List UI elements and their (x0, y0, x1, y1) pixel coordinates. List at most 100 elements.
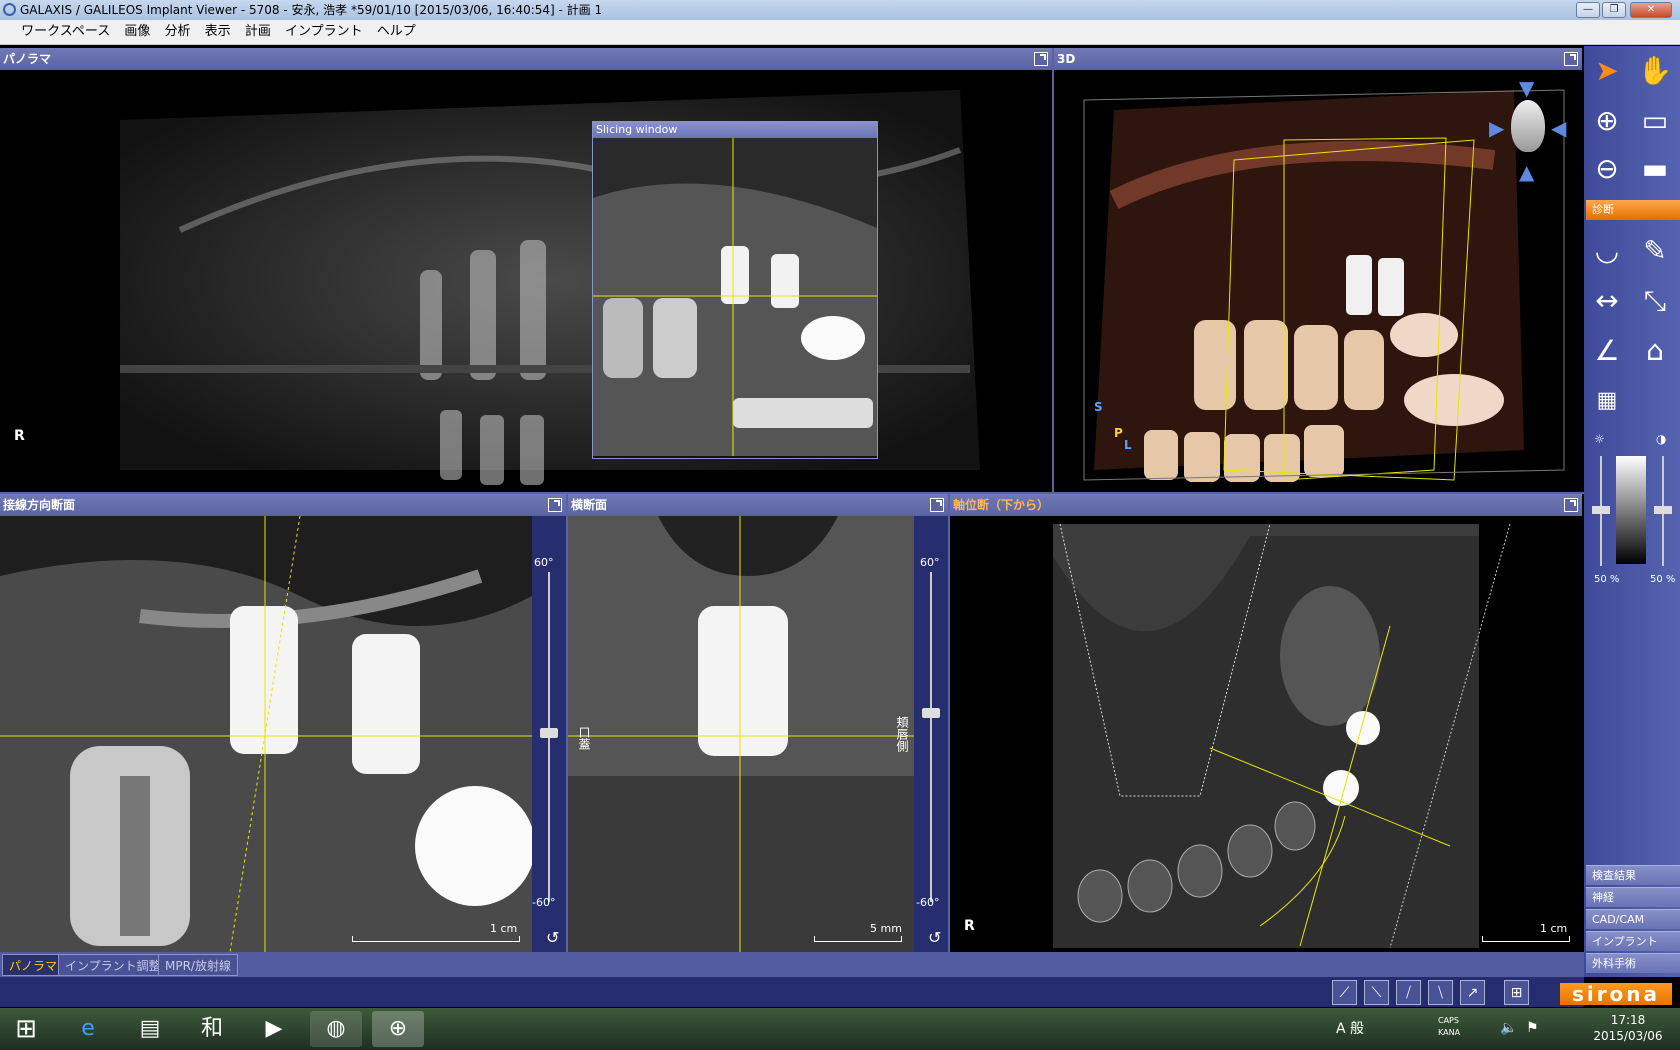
diagnosis-section-label: 診断 (1586, 200, 1680, 220)
axial-view[interactable]: R 1 cm (950, 516, 1582, 952)
axis-p-label: P (1114, 426, 1123, 440)
view3d-view[interactable]: S P L ▼ ▲ ▶ ◀ (1054, 70, 1582, 492)
axis-l-label: L (1124, 438, 1132, 452)
ime-indicator[interactable]: A 般 (1336, 1018, 1364, 1038)
system-clock[interactable]: 17:18 2015/03/06 (1580, 1012, 1676, 1044)
view-layout-4-icon[interactable]: ⧹ (1428, 980, 1453, 1005)
view3d-title: 3D (1057, 52, 1076, 66)
internet-explorer-icon[interactable]: e (62, 1011, 114, 1047)
scale-label: 1 cm (490, 922, 518, 935)
rotation-slider-thumb[interactable] (922, 708, 940, 718)
view-layout-2-icon[interactable]: ⟍ (1364, 980, 1389, 1005)
zoom-in-icon[interactable]: ⊕ (1586, 100, 1628, 142)
tab-implant-adjust[interactable]: インプラント調整 (58, 954, 168, 976)
view3d-panel-header: 3D (1054, 48, 1582, 70)
tangential-title: 接線方向断面 (3, 498, 76, 512)
arrow-up-icon[interactable]: ▲ (1519, 160, 1534, 184)
tangential-image (0, 516, 535, 952)
minimize-button[interactable]: — (1576, 2, 1600, 18)
arch-curve-icon[interactable]: ◡ (1586, 230, 1628, 272)
caps-indicator: CAPS (1438, 1016, 1459, 1025)
brightness-slider-thumb[interactable] (1592, 506, 1610, 514)
slicing-window[interactable]: Slicing window (592, 121, 878, 459)
orientation-head-widget[interactable]: ▼ ▲ ▶ ◀ (1489, 76, 1569, 184)
tangential-view[interactable]: 1 cm 60° -60° ↺ (0, 516, 566, 952)
tooth-app-icon[interactable]: ◍ (310, 1011, 362, 1047)
menu-view[interactable]: 表示 (200, 20, 236, 43)
maximize-icon[interactable] (548, 498, 562, 512)
galileos-app-icon[interactable]: ⊕ (372, 1011, 424, 1047)
menu-workspace[interactable]: ワークスペース (16, 20, 115, 43)
maximize-icon[interactable] (1564, 498, 1578, 512)
maximize-icon[interactable] (1564, 52, 1578, 66)
panorama-panel-header: パノラマ (0, 48, 1052, 70)
menu-image[interactable]: 画像 (119, 20, 155, 43)
flag-icon[interactable]: ⚑ (1526, 1020, 1539, 1036)
arrow-left-icon[interactable]: ◀ (1551, 116, 1566, 140)
tangential-panel-header: 接線方向断面 (0, 494, 566, 516)
panorama-title: パノラマ (3, 52, 52, 66)
rotation-slider-thumb[interactable] (540, 728, 558, 738)
slice-down-icon[interactable]: ▬ (1634, 148, 1676, 190)
japanese-app-icon[interactable]: 和 (186, 1011, 238, 1047)
pointer-tool-icon[interactable]: ➤ (1586, 50, 1628, 92)
tab-panorama[interactable]: パノラマ (2, 954, 65, 976)
slider-top-label: 60° (920, 556, 940, 569)
palatal-side-label: 口蓋 (577, 726, 591, 750)
reset-rotation-icon[interactable]: ↺ (928, 928, 941, 947)
app-icon (3, 3, 16, 16)
clock-time: 17:18 (1610, 1013, 1646, 1027)
contrast-slider-thumb[interactable] (1654, 506, 1672, 514)
cadcam-button[interactable]: CAD/CAM (1586, 909, 1680, 929)
panorama-image (120, 90, 980, 485)
reset-rotation-icon[interactable]: ↺ (546, 928, 559, 947)
file-explorer-icon[interactable]: ▤ (124, 1011, 176, 1047)
implant-button[interactable]: インプラント (1586, 931, 1680, 951)
media-player-icon[interactable]: ▶ (248, 1011, 300, 1047)
maximize-icon[interactable] (1034, 52, 1048, 66)
zoom-out-icon[interactable]: ⊖ (1586, 148, 1628, 190)
implant-library-icon[interactable]: ⊞ (1504, 980, 1529, 1005)
tab-mpr-radial[interactable]: MPR/放射線 (158, 954, 238, 976)
kana-indicator: KANA (1438, 1028, 1461, 1037)
implant-tool-icon[interactable]: ⌂ (1634, 330, 1676, 372)
cross-view[interactable]: 口蓋 頬唇側 5 mm 60° -60° ↺ (568, 516, 948, 952)
grayscale-bar (1616, 456, 1646, 564)
view-layout-3-icon[interactable]: ⧸ (1396, 980, 1421, 1005)
view-layout-1-icon[interactable]: ⟋ (1332, 980, 1357, 1005)
nerve-button[interactable]: 神経 (1586, 887, 1680, 907)
maximize-icon[interactable] (930, 498, 944, 512)
nerve-canal-icon[interactable]: ✎ (1634, 230, 1676, 272)
slice-up-icon[interactable]: ▭ (1634, 100, 1676, 142)
menu-plan[interactable]: 計画 (240, 20, 276, 43)
menu-analysis[interactable]: 分析 (160, 20, 196, 43)
axial-title: 軸位断（下から） (953, 498, 1050, 512)
ruler-grid-icon[interactable]: ▦ (1586, 380, 1628, 422)
scale-label: 5 mm (870, 922, 902, 935)
view-layout-5-icon[interactable]: ↗ (1460, 980, 1485, 1005)
findings-button[interactable]: 検査結果 (1586, 865, 1680, 885)
pan-hand-icon[interactable]: ✋ (1634, 50, 1676, 92)
menu-implant[interactable]: インプラント (280, 20, 368, 43)
surgery-button[interactable]: 外科手術 (1586, 953, 1680, 973)
volume-icon[interactable]: 🔈 (1500, 1020, 1517, 1036)
rotation-slider-panel: 60° -60° ↺ (914, 516, 948, 952)
brightness-value: 50 % (1594, 574, 1620, 585)
panorama-view[interactable]: R Slicing window (0, 70, 1052, 492)
curve-measure-icon[interactable]: ⤡ (1634, 280, 1676, 322)
brightness-icon: ☼ (1594, 432, 1605, 446)
cross-image (568, 516, 914, 952)
menu-help[interactable]: ヘルプ (372, 20, 421, 43)
distance-measure-icon[interactable]: ↔ (1586, 280, 1628, 322)
angle-measure-icon[interactable]: ∠ (1586, 330, 1628, 372)
restore-button[interactable]: ❐ (1602, 2, 1626, 18)
close-button[interactable]: ✕ (1630, 2, 1672, 18)
arrow-right-icon[interactable]: ▶ (1489, 116, 1504, 140)
menu-bar: ワークスペース 画像 分析 表示 計画 インプラント ヘルプ (0, 20, 1680, 45)
slider-top-label: 60° (534, 556, 554, 569)
scale-bar (814, 936, 902, 942)
start-button-icon[interactable]: ⊞ (0, 1011, 52, 1047)
cross-title: 横断面 (571, 498, 608, 512)
arrow-down-icon[interactable]: ▼ (1519, 76, 1534, 100)
rotation-slider-track[interactable] (930, 572, 932, 902)
